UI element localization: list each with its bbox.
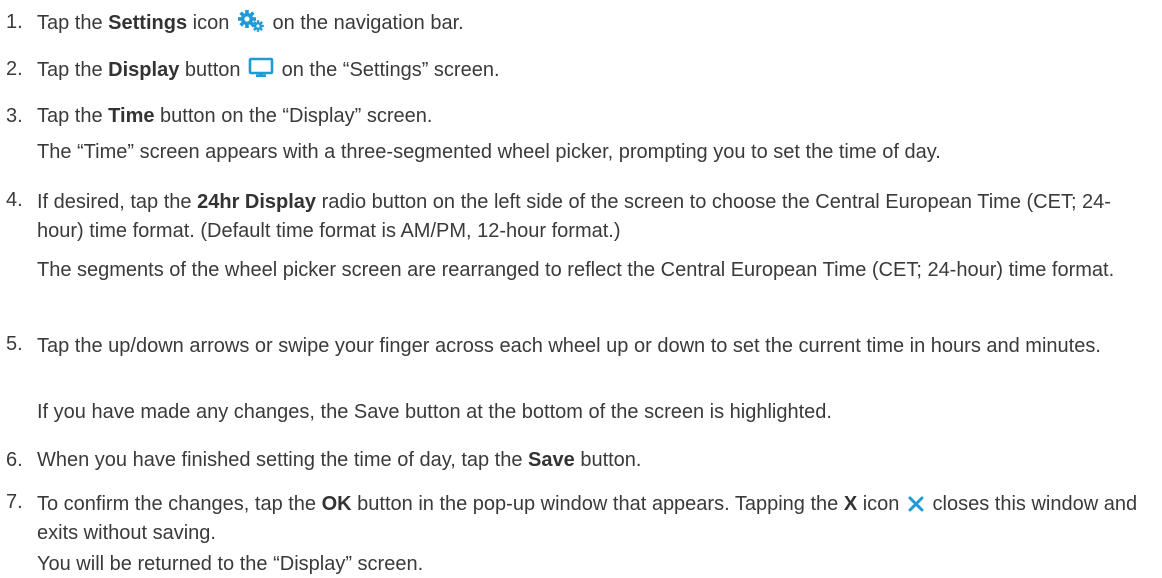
step-number: 4.: [6, 189, 23, 211]
24hr-display-term: 24hr Display: [197, 191, 317, 213]
save-term: Save: [528, 449, 575, 471]
display-term: Display: [108, 59, 180, 81]
step-5: 5. Tap the up/down arrows or swipe your …: [0, 332, 1152, 361]
step-text: Tap the Settings icon on the navigation …: [37, 10, 464, 34]
step-5-note: If you have made any changes, the Save b…: [37, 401, 832, 423]
step-text: Tap the Display button on the “Settings”…: [37, 57, 500, 81]
step-text: Tap the Time button on the “Display” scr…: [37, 105, 433, 127]
instruction-document: 1. Tap the Settings icon on the navigati…: [0, 0, 1162, 578]
step-number: 3.: [6, 105, 23, 127]
step-text: If desired, tap the 24hr Display radio b…: [37, 191, 1111, 242]
step-7-note: You will be returned to the “Display” sc…: [37, 553, 424, 575]
step-number: 5.: [6, 333, 23, 355]
step-text: When you have finished setting the time …: [37, 449, 642, 471]
time-term: Time: [108, 105, 155, 127]
step-3-note: The “Time” screen appears with a three-s…: [37, 141, 941, 163]
step-number: 1.: [6, 11, 23, 33]
step-4: 4. If desired, tap the 24hr Display radi…: [0, 188, 1152, 246]
gear-icon: [237, 10, 265, 32]
step-2: 2. Tap the Display button on the “Settin…: [0, 57, 1152, 82]
step-number: 6.: [6, 449, 23, 471]
step-number: 2.: [6, 58, 23, 80]
close-x-icon: [907, 495, 925, 513]
step-text: Tap the up/down arrows or swipe your fin…: [37, 335, 1101, 357]
x-term: X: [843, 493, 858, 515]
monitor-icon: [248, 57, 274, 79]
step-6: 6. When you have finished setting the ti…: [0, 448, 1152, 472]
step-number: 7.: [6, 491, 23, 513]
step-4-note: The segments of the wheel picker screen …: [37, 259, 1115, 281]
ok-term: OK: [321, 493, 352, 515]
settings-term: Settings: [108, 12, 188, 34]
step-text: To confirm the changes, tap the OK butto…: [37, 493, 1138, 544]
step-1: 1. Tap the Settings icon on the navigati…: [0, 10, 1152, 35]
step-7: 7. To confirm the changes, tap the OK bu…: [0, 490, 1152, 548]
step-3: 3. Tap the Time button on the “Display” …: [0, 104, 1152, 128]
